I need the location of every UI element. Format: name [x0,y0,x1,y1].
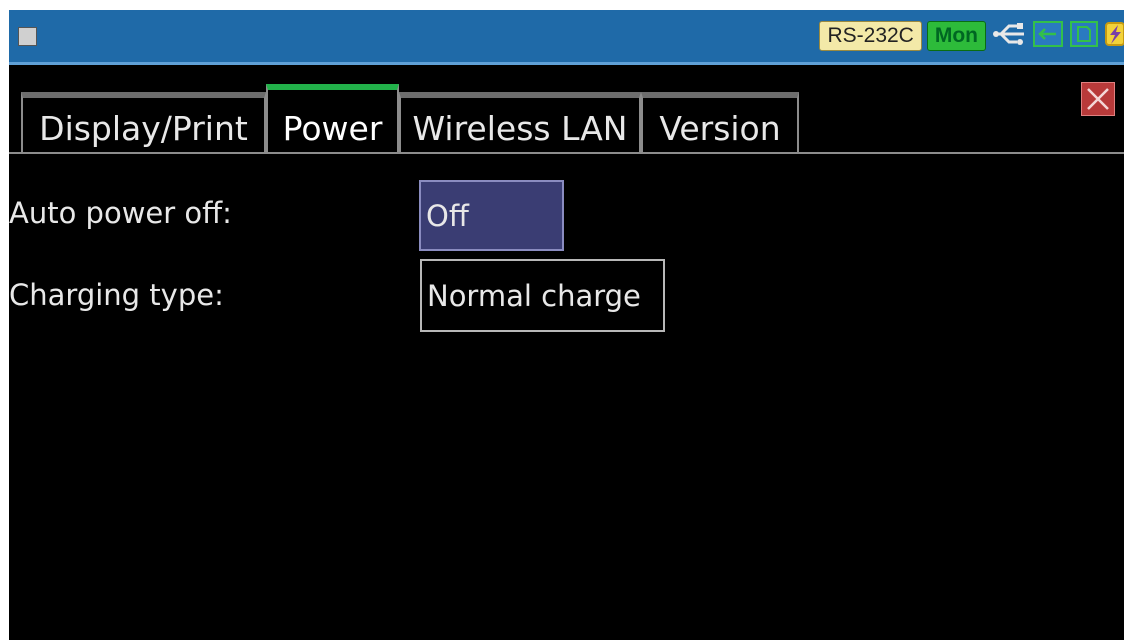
square-icon[interactable] [18,27,37,46]
card-icon [1069,20,1099,52]
tab-power[interactable]: Power [266,84,399,154]
mode-badge: Mon [926,21,986,51]
close-icon [1082,88,1114,119]
charging-type-value: Normal charge [427,278,641,313]
charging-type-label: Charging type: [9,278,224,312]
usb-icon [991,20,1027,52]
interface-badge: RS-232C [819,21,922,51]
tab-label: Display/Print [39,109,248,148]
tab-version[interactable]: Version [641,92,799,154]
tab-divider [9,152,1124,154]
status-bar: RS-232C Mon [9,10,1124,65]
status-indicators: RS-232C Mon [819,20,1124,52]
battery-charging-icon [1104,20,1124,52]
charging-type-field[interactable]: Normal charge [420,259,665,332]
auto-power-off-field[interactable]: Off [419,180,564,251]
tab-display-print[interactable]: Display/Print [21,92,266,154]
auto-power-off-label: Auto power off: [9,196,232,230]
device-screen: RS-232C Mon Display/Print Power Wireless… [9,10,1124,640]
auto-power-off-value: Off [426,198,469,233]
tab-label: Wireless LAN [412,109,628,148]
connection-icon [1032,20,1064,52]
tab-label: Power [282,109,383,148]
tab-label: Version [659,109,781,148]
close-button[interactable] [1081,82,1115,116]
tab-wireless-lan[interactable]: Wireless LAN [399,92,641,154]
